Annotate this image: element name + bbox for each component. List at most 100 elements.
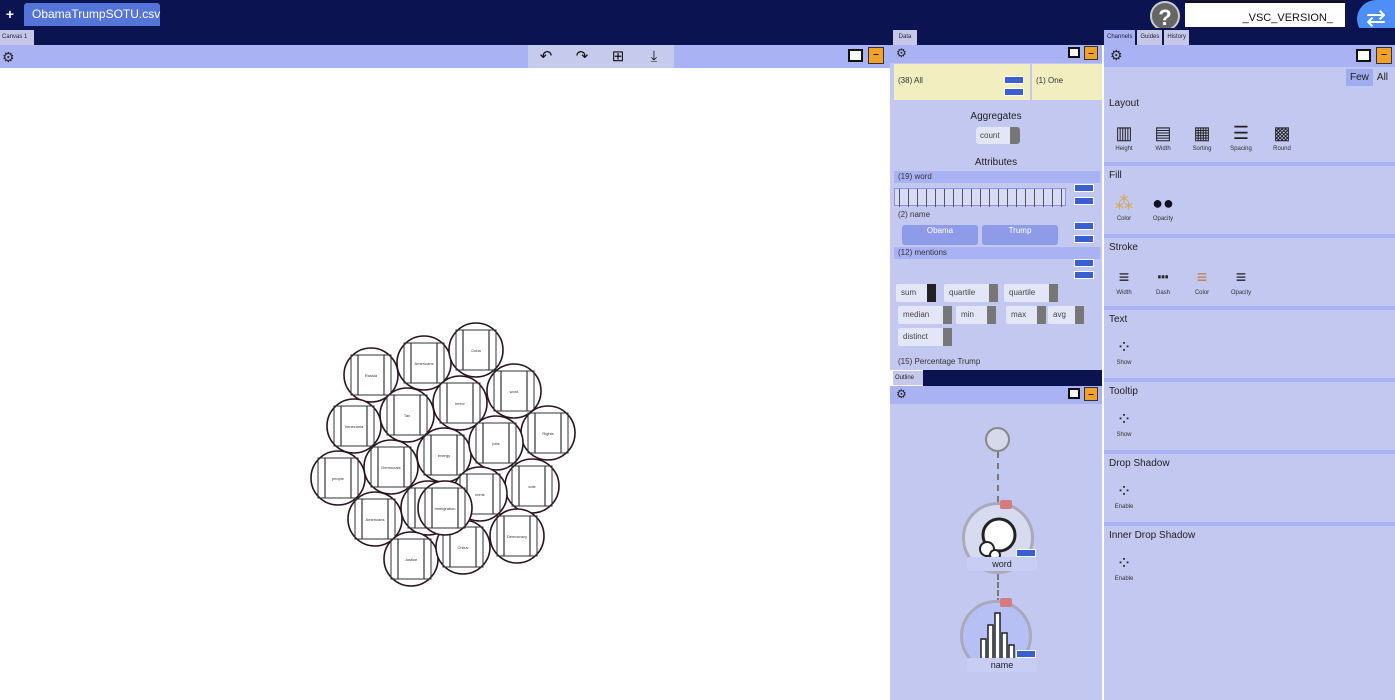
tooltip-show-channel[interactable]: ⁘ Show: [1107, 408, 1141, 438]
stroke-dash-channel[interactable]: ┅ Dash: [1146, 266, 1180, 296]
fill-color-channel[interactable]: ⁂ Color: [1107, 192, 1141, 222]
dropdown-icon[interactable]: [989, 284, 998, 302]
tab-guides[interactable]: Guides: [1137, 30, 1163, 45]
minimize-canvas-button[interactable]: –: [868, 47, 884, 64]
bubble[interactable]: Democracy: [489, 508, 545, 564]
canvas-area[interactable]: Russia Americans Cuba word Venezuela Tax terro…: [0, 68, 890, 700]
minimize-outline-button[interactable]: –: [1084, 387, 1098, 401]
file-tab[interactable]: ObamaTrumpSOTU.csv: [24, 3, 160, 26]
undo-icon[interactable]: ↶: [528, 45, 564, 68]
bubble[interactable]: Rights: [520, 405, 576, 461]
attribute-mentions[interactable]: (12) mentions: [894, 247, 1100, 259]
stroke-width-channel[interactable]: ≡ Width: [1107, 266, 1141, 296]
add-selection-icon[interactable]: ⊞: [600, 45, 636, 68]
bubble[interactable]: Cuba: [448, 322, 504, 378]
spacing-channel[interactable]: ☰ Spacing: [1224, 122, 1258, 152]
agg-distinct[interactable]: distinct: [898, 328, 952, 346]
histogram-bar: [944, 189, 945, 207]
dropdown-icon[interactable]: [987, 306, 996, 324]
agg-median[interactable]: median: [898, 306, 952, 324]
dropdown-icon[interactable]: [943, 306, 952, 324]
agg-avg[interactable]: avg: [1048, 306, 1084, 324]
all-button[interactable]: All: [1373, 69, 1392, 86]
dropdown-icon[interactable]: [1049, 284, 1058, 302]
agg-quartile-1[interactable]: quartile: [944, 284, 998, 302]
root-node[interactable]: [985, 427, 1010, 452]
bubble[interactable]: Immigration: [417, 480, 473, 536]
dropdown-icon[interactable]: [943, 328, 952, 346]
bubble-label: crime: [475, 492, 486, 497]
agg-sum[interactable]: sum: [896, 284, 936, 302]
text-show-channel[interactable]: ⁘ Show: [1107, 336, 1141, 366]
bubble[interactable]: people: [310, 450, 366, 506]
dropdown-icon[interactable]: [1075, 306, 1084, 324]
name-node-pill[interactable]: [1016, 650, 1036, 658]
name-value-obama[interactable]: Obama: [902, 225, 978, 245]
minimize-channels-button[interactable]: –: [1376, 47, 1392, 64]
expand-pill[interactable]: [1004, 76, 1024, 84]
few-button[interactable]: Few: [1346, 69, 1373, 86]
stroke-section: Stroke ≡ Width ┅ Dash ≡ Color ≡ Opacity: [1104, 242, 1395, 310]
name-expand-pill[interactable]: [1074, 222, 1094, 230]
width-icon: ▤: [1154, 123, 1172, 143]
word-histogram[interactable]: [894, 188, 1066, 207]
tab-canvas[interactable]: Canvas 1: [0, 30, 34, 45]
agg-min[interactable]: min: [956, 306, 996, 324]
attribute-name[interactable]: (2) name: [894, 209, 1100, 221]
node-tag[interactable]: [1000, 598, 1012, 607]
bubble[interactable]: Democrats: [363, 439, 419, 495]
one-record-box[interactable]: (1) One: [1032, 64, 1102, 100]
histogram-bar: [998, 189, 999, 207]
tab-channels[interactable]: Channels: [1104, 30, 1136, 45]
maximize-channels-button[interactable]: [1356, 49, 1371, 62]
count-aggregate-button[interactable]: count: [976, 127, 1020, 144]
histogram-bar: [917, 189, 918, 207]
bubble[interactable]: Venezuela: [326, 398, 382, 454]
mentions-expand-pill[interactable]: [1074, 259, 1094, 267]
sorting-channel[interactable]: ▦ Sorting: [1185, 122, 1219, 152]
agg-max[interactable]: max: [1006, 306, 1046, 324]
stroke-opacity-channel[interactable]: ≡ Opacity: [1224, 266, 1258, 296]
attribute-word[interactable]: (19) word: [894, 171, 1100, 183]
stroke-width-label: Width: [1116, 290, 1132, 296]
help-icon[interactable]: ?: [1150, 1, 1180, 31]
collapse-pill[interactable]: [1004, 88, 1024, 96]
tab-outline[interactable]: Outline: [893, 371, 923, 385]
maximize-outline-button[interactable]: [1068, 388, 1080, 399]
bubble-label: Immigration: [435, 506, 456, 511]
minimize-data-button[interactable]: –: [1084, 46, 1098, 60]
bubble[interactable]: jobs: [468, 415, 524, 471]
redo-icon[interactable]: ↷: [564, 45, 600, 68]
height-channel[interactable]: ▥ Height: [1107, 122, 1141, 152]
drop-shadow-enable-channel[interactable]: ⁘ Enable: [1107, 480, 1141, 510]
attribute-percentage-trump[interactable]: (15) Percentage Trump: [894, 356, 1100, 368]
width-channel[interactable]: ▤ Width: [1146, 122, 1180, 152]
tab-data[interactable]: Data: [893, 30, 917, 45]
node-tag[interactable]: [1000, 500, 1012, 509]
bubble-label: Americans: [366, 517, 385, 522]
maximize-canvas-button[interactable]: [848, 49, 863, 62]
name-collapse-pill[interactable]: [1074, 235, 1094, 243]
mentions-collapse-pill[interactable]: [1074, 271, 1094, 279]
channels-header: ⚙: [1104, 45, 1395, 67]
tooltip-title: Tooltip: [1109, 386, 1138, 397]
inner-drop-shadow-enable-channel[interactable]: ⁘ Enable: [1107, 552, 1141, 582]
word-expand-pill[interactable]: [1074, 184, 1094, 192]
download-icon[interactable]: ⤓: [636, 45, 672, 68]
word-node-pill[interactable]: [1016, 549, 1036, 557]
fill-opacity-channel[interactable]: ●● Opacity: [1146, 192, 1180, 222]
bubble-label: Venezuela: [345, 424, 364, 429]
dropdown-icon[interactable]: [1010, 127, 1020, 144]
agg-quartile-2[interactable]: quartile: [1004, 284, 1058, 302]
round-channel[interactable]: ▩ Round: [1265, 122, 1299, 152]
agg-min-label: min: [961, 310, 974, 319]
new-tab-button[interactable]: +: [0, 2, 20, 26]
stroke-color-channel[interactable]: ≡ Color: [1185, 266, 1219, 296]
word-collapse-pill[interactable]: [1074, 197, 1094, 205]
maximize-data-button[interactable]: [1068, 47, 1080, 58]
bubble[interactable]: Justice: [383, 531, 439, 587]
tab-history[interactable]: History: [1164, 30, 1190, 45]
dropdown-icon[interactable]: [1037, 306, 1046, 324]
bubble[interactable]: vote: [504, 458, 560, 514]
name-value-trump[interactable]: Trump: [982, 225, 1058, 245]
